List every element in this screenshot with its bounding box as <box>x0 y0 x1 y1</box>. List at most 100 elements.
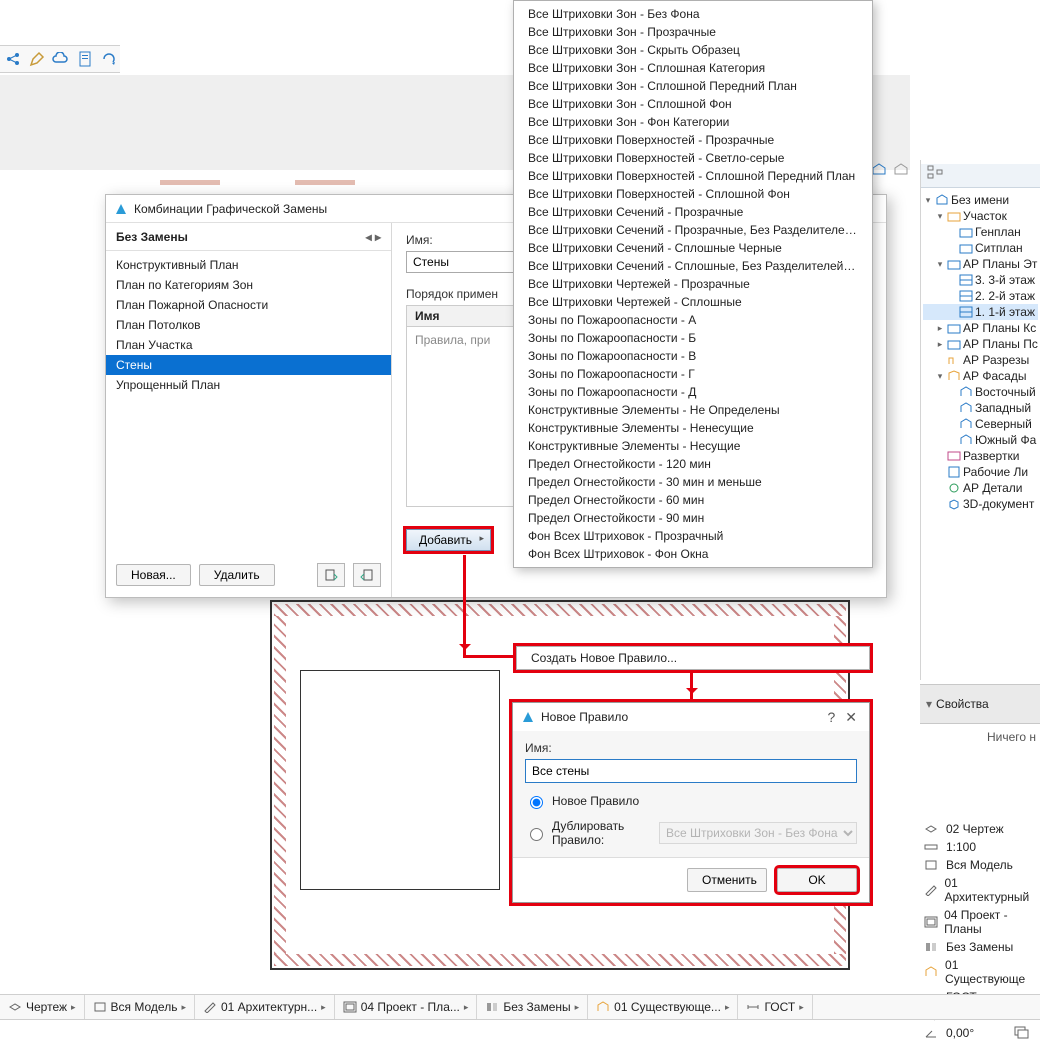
nav-item[interactable]: Ситплан <box>923 240 1038 256</box>
dropdown-item[interactable]: Все Штриховки Сечений - Прозрачные, Без … <box>514 221 872 239</box>
status-segment[interactable]: 01 Архитектурн...▸ <box>195 995 335 1019</box>
close-icon[interactable]: ✕ <box>841 709 861 726</box>
nav-item[interactable]: ▸АР Планы Пс <box>923 336 1038 352</box>
quick-option-row[interactable]: Без Замены <box>920 938 1040 956</box>
nav-item[interactable]: ▸АР Планы Кс <box>923 320 1038 336</box>
nav-item[interactable]: 2. 2-й этаж <box>923 288 1038 304</box>
dropdown-item[interactable]: Предел Огнестойкости - 120 мин <box>514 455 872 473</box>
dropdown-item[interactable]: Зоны по Пожароопасности - Б <box>514 329 872 347</box>
status-segment[interactable]: Вся Модель▸ <box>85 995 195 1019</box>
new-rule-titlebar[interactable]: Новое Правило ? ✕ <box>513 703 869 731</box>
cancel-button[interactable]: Отменить <box>687 868 767 892</box>
dropdown-item[interactable]: Зоны по Пожароопасности - Г <box>514 365 872 383</box>
combination-item[interactable]: План по Категориям Зон <box>106 275 391 295</box>
dropdown-item[interactable]: Все Штриховки Чертежей - Сплошные <box>514 293 872 311</box>
dropdown-item[interactable]: Все Штриховки Зон - Без Фона <box>514 5 872 23</box>
house-icon[interactable] <box>892 160 910 178</box>
new-rule-name-input[interactable] <box>525 759 857 783</box>
dropdown-item[interactable]: Все Штриховки Зон - Сплошная Категория <box>514 59 872 77</box>
dropdown-item[interactable]: Предел Огнестойкости - 90 мин <box>514 509 872 527</box>
nav-item[interactable]: Рабочие Ли <box>923 464 1038 480</box>
status-segment[interactable]: ГОСТ▸ <box>738 995 812 1019</box>
nav-item[interactable]: 3. 3-й этаж <box>923 272 1038 288</box>
create-new-rule-item[interactable]: Создать Новое Правило... <box>513 643 873 673</box>
nav-item[interactable]: Развертки <box>923 448 1038 464</box>
quick-option-row[interactable]: 01 Архитектурный <box>920 874 1040 906</box>
status-segment[interactable]: 04 Проект - Пла...▸ <box>335 995 478 1019</box>
new-combination-button[interactable]: Новая... <box>116 564 191 586</box>
dropdown-item[interactable]: Конструктивные Элементы - Ненесущие <box>514 419 872 437</box>
dropdown-item[interactable]: Все Штриховки Зон - Фон Категории <box>514 113 872 131</box>
dropdown-item[interactable]: Предел Огнестойкости - 30 мин и меньше <box>514 473 872 491</box>
combinations-list[interactable]: Конструктивный ПланПлан по Категориям Зо… <box>106 251 391 399</box>
nav-item[interactable]: Западный <box>923 400 1038 416</box>
nav-item[interactable]: 1. 1-й этаж <box>923 304 1038 320</box>
dropdown-item[interactable]: Фон Всех Штриховок - Прозрачный <box>514 527 872 545</box>
dropdown-item[interactable]: Зоны по Пожароопасности - В <box>514 347 872 365</box>
radio-duplicate-rule[interactable] <box>530 828 543 841</box>
quick-option-row[interactable]: Вся Модель <box>920 856 1040 874</box>
combination-item[interactable]: Стены <box>106 355 391 375</box>
dropdown-item[interactable]: Все Штриховки Зон - Прозрачные <box>514 23 872 41</box>
import-button[interactable] <box>317 563 345 587</box>
doc-icon[interactable] <box>76 50 94 68</box>
quick-option-row[interactable]: 01 Существующе <box>920 956 1040 988</box>
dropdown-item[interactable]: Фон Всех Штриховок - Фон Окна <box>514 545 872 563</box>
rule-dropdown-list[interactable]: Все Штриховки Зон - Без ФонаВсе Штриховк… <box>513 0 873 568</box>
nav-item[interactable]: Северный <box>923 416 1038 432</box>
dropdown-item[interactable]: Зоны по Пожароопасности - Д <box>514 383 872 401</box>
combination-item[interactable]: План Участка <box>106 335 391 355</box>
dropdown-item[interactable]: Конструктивные Элементы - Не Определены <box>514 401 872 419</box>
dropdown-item[interactable]: Все Штриховки Поверхностей - Прозрачные <box>514 131 872 149</box>
nav-item[interactable]: АР Детали <box>923 480 1038 496</box>
dropdown-item[interactable]: Предел Огнестойкости - 60 мин <box>514 491 872 509</box>
dropdown-item[interactable]: Все Штриховки Зон - Сплошной Фон <box>514 95 872 113</box>
delete-combination-button[interactable]: Удалить <box>199 564 275 586</box>
nav-item[interactable]: ▾Без имени <box>923 192 1038 208</box>
quick-option-row[interactable]: 1:100 <box>920 838 1040 856</box>
combinations-header[interactable]: Без Замены ◂ ▸ <box>106 223 391 251</box>
add-rule-button[interactable]: Добавить <box>406 529 491 551</box>
nav-item[interactable]: ▾Участок <box>923 208 1038 224</box>
rotate-icon[interactable] <box>100 50 118 68</box>
radio-new-rule[interactable] <box>530 796 543 809</box>
create-new-rule-label[interactable]: Создать Новое Правило... <box>516 646 870 670</box>
combination-item[interactable]: Упрощенный План <box>106 375 391 395</box>
status-segment[interactable]: Без Замены▸ <box>477 995 588 1019</box>
quick-option-row[interactable]: 04 Проект - Планы <box>920 906 1040 938</box>
dropdown-item[interactable]: Все Штриховки Сечений - Сплошные Черные <box>514 239 872 257</box>
status-segment[interactable]: Чертеж▸ <box>0 995 85 1019</box>
nav-item[interactable]: Восточный <box>923 384 1038 400</box>
properties-header[interactable]: ▾ Свойства <box>920 684 1040 724</box>
export-button[interactable] <box>353 563 381 587</box>
nav-item[interactable]: Южный Фа <box>923 432 1038 448</box>
combination-item[interactable]: Конструктивный План <box>106 255 391 275</box>
share-icon[interactable] <box>4 50 22 68</box>
combination-item[interactable]: План Пожарной Опасности <box>106 295 391 315</box>
combination-item[interactable]: План Потолков <box>106 315 391 335</box>
ok-button[interactable]: OK <box>777 868 857 892</box>
status-segment[interactable]: 01 Существующе...▸ <box>588 995 738 1019</box>
help-icon[interactable]: ? <box>827 709 835 725</box>
nav-item[interactable]: Генплан <box>923 224 1038 240</box>
nav-item[interactable]: АР Разрезы <box>923 352 1038 368</box>
dropdown-item[interactable]: Все Штриховки Сечений - Сплошные, Без Ра… <box>514 257 872 275</box>
dropdown-item[interactable]: Все Штриховки Зон - Сплошной Передний Пл… <box>514 77 872 95</box>
nav-item[interactable]: ▾АР Фасады <box>923 368 1038 384</box>
nav-item[interactable]: ▾АР Планы Эт <box>923 256 1038 272</box>
dropdown-item[interactable]: Конструктивные Элементы - Несущие <box>514 437 872 455</box>
dropdown-item[interactable]: Все Штриховки Поверхностей - Сплошной Фо… <box>514 185 872 203</box>
dropdown-item[interactable]: Все Штриховки Поверхностей - Сплошной Пе… <box>514 167 872 185</box>
dropdown-item[interactable]: Все Штриховки Чертежей - Прозрачные <box>514 275 872 293</box>
window-stack-icon[interactable] <box>1012 1024 1032 1040</box>
nav-item[interactable]: 3D-документ <box>923 496 1038 512</box>
dropdown-item[interactable]: Все Штриховки Сечений - Прозрачные <box>514 203 872 221</box>
cloud-icon[interactable] <box>52 50 70 68</box>
navigator-tree[interactable]: ▾Без имени▾УчастокГенпланСитплан▾АР План… <box>921 188 1040 516</box>
dropdown-item[interactable]: Зоны по Пожароопасности - А <box>514 311 872 329</box>
dropdown-item[interactable]: Все Штриховки Зон - Скрыть Образец <box>514 41 872 59</box>
pencil-icon[interactable] <box>28 50 46 68</box>
quick-option-row[interactable]: 02 Чертеж <box>920 820 1040 838</box>
navigator-toolbar[interactable] <box>921 164 1040 188</box>
dropdown-item[interactable]: Все Штриховки Поверхностей - Светло-серы… <box>514 149 872 167</box>
